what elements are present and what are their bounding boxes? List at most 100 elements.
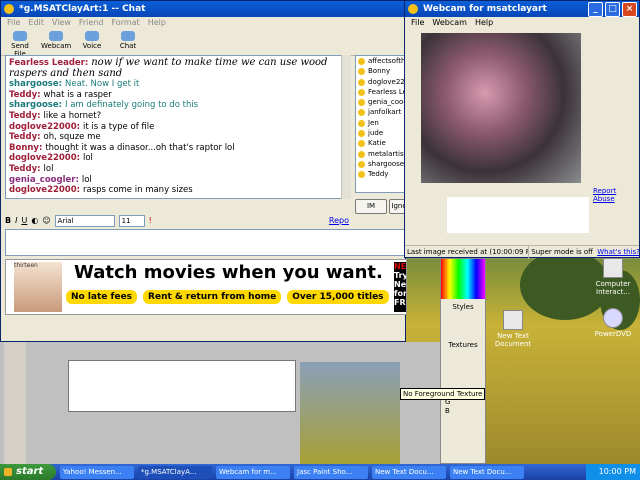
- task-webcam[interactable]: Webcam for m...: [216, 465, 290, 479]
- close-button[interactable]: ×: [622, 2, 637, 17]
- send-file-icon: [13, 31, 27, 41]
- webcam-window[interactable]: Webcam for msatclayart _ □ × File Webcam…: [404, 0, 640, 259]
- chat-user-item[interactable]: doglove220: [356, 77, 408, 87]
- task-paint-shop[interactable]: Jasc Paint Sho...: [294, 465, 368, 479]
- smiley-icon[interactable]: ☺: [42, 216, 50, 225]
- chat-user-item[interactable]: Bonny: [356, 66, 408, 76]
- voice-button[interactable]: Voice: [77, 31, 107, 53]
- chat-user-item[interactable]: genia_coog: [356, 97, 408, 107]
- ad-pill-no-late-fees: No late fees: [66, 290, 138, 304]
- menu-file[interactable]: File: [7, 17, 20, 29]
- chat-user-list[interactable]: affectsofthe Bonny doglove220 Fearless Le ge…: [355, 55, 409, 193]
- chat-scrollbar[interactable]: [341, 55, 351, 199]
- font-size-select[interactable]: 11: [118, 214, 145, 227]
- yahoo-smiley-icon: [4, 4, 14, 14]
- chat-message-sender: genia_coogler:: [9, 174, 82, 185]
- chat-input[interactable]: [5, 229, 407, 256]
- chat-bubbles-icon: [121, 31, 135, 41]
- chat-user-item[interactable]: janfolkart: [356, 107, 408, 117]
- taskbar: start Yahoo! Messen... *g.MSATClayA... W…: [0, 464, 640, 480]
- chat-user-item[interactable]: metalartiste2: [356, 149, 408, 159]
- desktop-icon-computer-interact[interactable]: Computer Interact...: [588, 258, 638, 296]
- chat-message-text: lol: [81, 174, 92, 185]
- chat-message-text: lol: [43, 163, 54, 174]
- system-tray-clock: 10:00 PM: [586, 464, 640, 480]
- chat-user-item[interactable]: shargoose: [356, 159, 408, 169]
- chat-user-item[interactable]: Fearless Le: [356, 87, 408, 97]
- chat-message: doglove22000: rasps come in many sizes: [9, 185, 345, 196]
- alert-icon[interactable]: !: [149, 216, 152, 225]
- chat-message-text: thought it was a dinasor...oh that's rap…: [45, 142, 235, 153]
- chat-message-sender: Teddy:: [9, 163, 44, 174]
- paint-toolbox[interactable]: [4, 342, 26, 464]
- psp-materials-panel: Styles Textures R G B: [440, 258, 486, 464]
- textures-label: Textures: [448, 341, 478, 349]
- bold-button[interactable]: B: [5, 216, 11, 225]
- chat-message: Teddy: like a hornet?: [9, 111, 345, 122]
- chat-message-text: Neat. Now I get it: [65, 79, 140, 90]
- chat-title: *g.MSATClayArt:1 -- Chat: [19, 4, 146, 14]
- chat-message: Bonny: thought it was a dinasor...oh tha…: [9, 143, 345, 154]
- task-chat[interactable]: *g.MSATClayA...: [138, 465, 212, 479]
- send-file-button[interactable]: Send File: [5, 31, 35, 58]
- menu-format[interactable]: Format: [111, 17, 139, 29]
- webcam-menu-help[interactable]: Help: [475, 17, 493, 29]
- chat-message: doglove22000: lol: [9, 153, 345, 164]
- chat-message-sender: Teddy:: [9, 110, 44, 121]
- chat-message-sender: doglove22000:: [9, 121, 83, 132]
- chat-window[interactable]: *g.MSATClayArt:1 -- Chat File Edit View …: [0, 0, 409, 342]
- chat-message-sender: doglove22000:: [9, 185, 83, 196]
- chat-user-item[interactable]: jude: [356, 128, 408, 138]
- task-yahoo-messenger[interactable]: Yahoo! Messen...: [60, 465, 134, 479]
- task-new-text-doc-2[interactable]: New Text Docu...: [450, 465, 524, 479]
- menu-view[interactable]: View: [52, 17, 71, 29]
- color-picker[interactable]: [441, 259, 485, 299]
- chat-user-item[interactable]: affectsofthe: [356, 56, 408, 66]
- chat-message: doglove22000: it is a type of file: [9, 122, 345, 133]
- chat-message: Teddy: what is a rasper: [9, 90, 345, 101]
- desktop-icon-powerdvd[interactable]: PowerDVD: [588, 308, 638, 338]
- desktop-icon-new-text-document[interactable]: New Text Document: [488, 310, 538, 348]
- chat-titlebar[interactable]: *g.MSATClayArt:1 -- Chat: [1, 1, 405, 17]
- start-button[interactable]: start: [0, 464, 56, 480]
- paint-canvas-area[interactable]: [0, 342, 440, 464]
- ad-pill-rent-return: Rent & return from home: [143, 290, 282, 304]
- color-icon[interactable]: ◐: [31, 216, 38, 225]
- chat-message: shargoose: I am definately going to do t…: [9, 100, 345, 111]
- netflix-ad-banner[interactable]: thirteen Watch movies when you want. No …: [5, 259, 407, 315]
- menu-edit[interactable]: Edit: [28, 17, 44, 29]
- webcam-button[interactable]: Webcam: [41, 31, 71, 53]
- chat-button[interactable]: Chat: [113, 31, 143, 53]
- webcam-menu-webcam[interactable]: Webcam: [432, 17, 467, 29]
- chat-user-item[interactable]: Katie: [356, 138, 408, 148]
- font-select[interactable]: Arial: [54, 214, 115, 227]
- webcam-menu-file[interactable]: File: [411, 17, 424, 29]
- chat-message-sender: Teddy:: [9, 132, 44, 143]
- underline-button[interactable]: U: [21, 216, 27, 225]
- chat-user-item[interactable]: Jen: [356, 118, 408, 128]
- chat-user-item[interactable]: Teddy: [356, 169, 408, 179]
- whats-this-link[interactable]: What's this?: [595, 246, 639, 259]
- chat-message-text: oh, squze me: [43, 132, 101, 143]
- webcam-titlebar[interactable]: Webcam for msatclayart _ □ ×: [405, 1, 639, 17]
- chat-message: shargoose: Neat. Now I get it: [9, 79, 345, 90]
- webcam-statusbar: Last image received at (10:00:09 PM) Sup…: [405, 245, 639, 259]
- styles-swatches[interactable]: [441, 311, 485, 341]
- nested-screenshot: [68, 360, 296, 412]
- report-abuse-link[interactable]: Report Abuse: [593, 187, 639, 203]
- chat-message: genia_coogler: lol: [9, 175, 345, 186]
- task-new-text-doc-1[interactable]: New Text Docu...: [372, 465, 446, 479]
- report-link[interactable]: Repo: [329, 216, 349, 225]
- italic-button[interactable]: I: [15, 216, 17, 225]
- menu-help[interactable]: Help: [148, 17, 166, 29]
- im-button[interactable]: IM: [355, 199, 387, 214]
- ad-headline: Watch movies when you want.: [74, 262, 383, 283]
- textures-swatches[interactable]: [441, 349, 485, 389]
- styles-label: Styles: [452, 303, 474, 311]
- menu-friend[interactable]: Friend: [79, 17, 104, 29]
- tooltip: No Foreground Texture: [400, 388, 486, 400]
- minimize-button[interactable]: _: [588, 2, 603, 17]
- chat-message: Fearless Leader: now if we want to make …: [9, 57, 345, 79]
- chat-message-pane[interactable]: Fearless Leader: now if we want to make …: [5, 55, 349, 199]
- maximize-button[interactable]: □: [605, 2, 620, 17]
